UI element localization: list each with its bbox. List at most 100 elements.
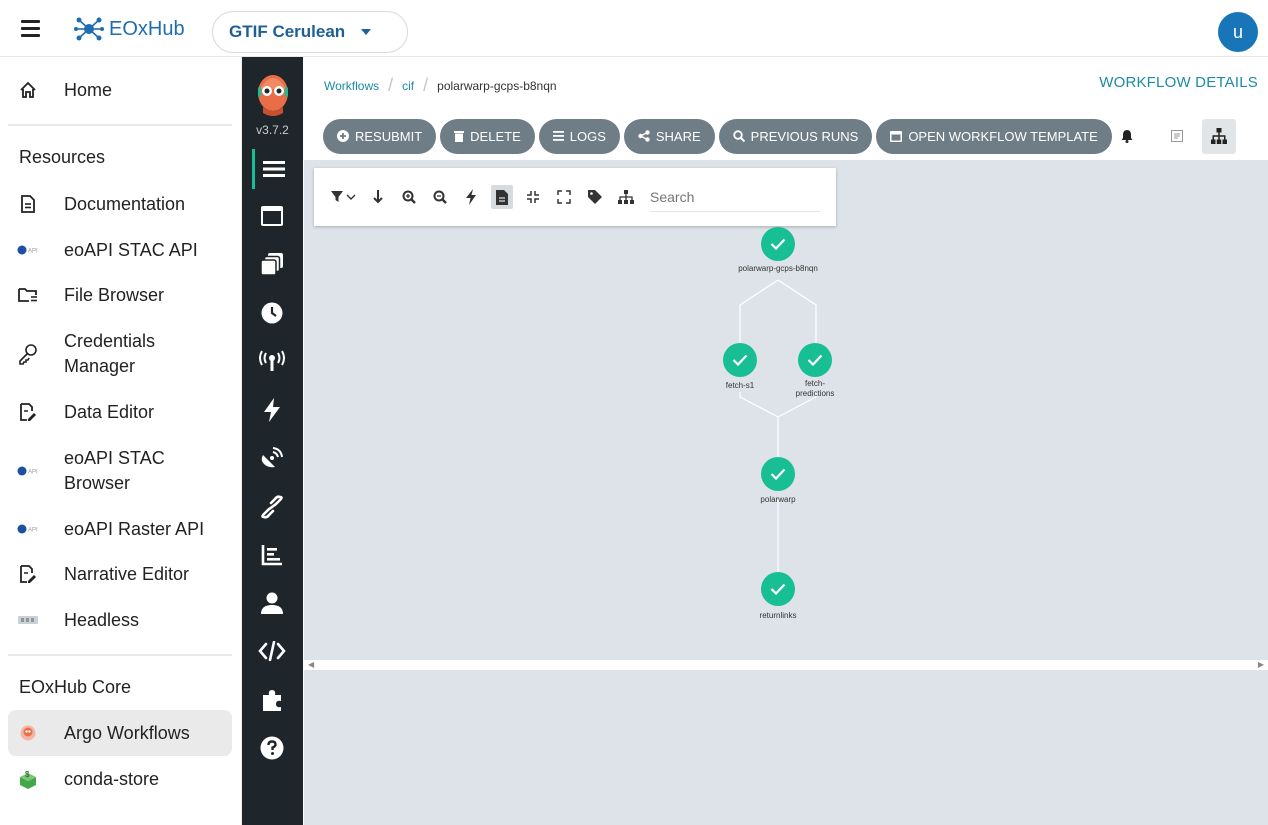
expand-icon[interactable] [553, 185, 575, 209]
workflow-node-fetch-predictions[interactable] [798, 343, 832, 377]
trash-icon [454, 131, 465, 142]
eoxhub-logo[interactable]: EOxHub [74, 14, 185, 44]
eoapi-icon: API [8, 245, 48, 255]
details-panel [304, 670, 1268, 825]
summary-icon[interactable] [1160, 119, 1194, 154]
menu-icon[interactable] [252, 149, 292, 189]
scroll-right-icon[interactable]: ▶ [1258, 660, 1264, 669]
plugins-icon[interactable] [252, 680, 292, 720]
nav-item-conda-store[interactable]: $ conda-store [8, 765, 232, 793]
logs-button[interactable]: LOGS [538, 118, 620, 154]
share-icon [638, 130, 650, 142]
nav-label: Narrative Editor [64, 563, 190, 584]
graph-search-input[interactable] [650, 182, 820, 212]
open-workflow-template-button[interactable]: OPEN WORKFLOW TEMPLATE [876, 118, 1112, 154]
svg-text:API: API [28, 528, 38, 534]
cluster-templates-icon[interactable] [252, 244, 292, 284]
breadcrumb-workflows[interactable]: Workflows [324, 79, 379, 93]
eoapi-icon: API [8, 466, 48, 476]
arrow-down-icon[interactable] [367, 185, 389, 209]
nav-label: eoAPI Raster API [64, 518, 205, 539]
nav-item-eoapi-stac-browser[interactable]: API eoAPI STAC Browser [8, 444, 232, 498]
workflow-node-fetch-s1[interactable] [723, 343, 757, 377]
nav-item-headless[interactable]: Headless [8, 606, 232, 634]
logo-text: EOxHub [109, 17, 185, 40]
nav-item-home[interactable]: Home [8, 76, 232, 104]
nav-label: Home [64, 79, 113, 100]
edit-document-icon [8, 403, 48, 421]
breadcrumb-namespace[interactable]: cif [402, 79, 414, 93]
workflow-node-polarwarp[interactable] [761, 457, 795, 491]
graph-view-icon[interactable] [1201, 118, 1236, 154]
workflow-graph[interactable]: polarwarp-gcps-b8nqn fetch-s1 fetch-pred… [304, 160, 1268, 660]
nav-section-resources: Resources [19, 147, 106, 167]
logs-label: LOGS [569, 128, 606, 144]
edit-document-icon [8, 565, 48, 583]
tag-icon[interactable] [584, 185, 606, 209]
nav-item-argo-workflows[interactable]: Argo Workflows [8, 710, 232, 756]
node-label: polarwarp-gcps-b8nqn [738, 264, 818, 273]
node-label: polarwarp [760, 495, 796, 504]
help-icon[interactable] [252, 728, 292, 768]
user-avatar[interactable]: u [1218, 12, 1258, 52]
scroll-left-icon[interactable]: ◀ [308, 660, 314, 669]
nav-item-documentation[interactable]: Documentation [8, 190, 232, 218]
check-icon [770, 583, 786, 595]
nav-label: Argo Workflows [64, 722, 190, 743]
home-icon [8, 81, 48, 99]
nav-item-data-editor[interactable]: Data Editor [8, 398, 232, 426]
nav-section-eoxhub-core: EOxHub Core [19, 677, 132, 697]
event-sources-icon[interactable] [252, 341, 292, 381]
nav-label: Headless [64, 609, 140, 630]
workflow-node-root[interactable] [761, 227, 795, 261]
nav-item-eoapi-raster-api[interactable]: API eoAPI Raster API [8, 515, 232, 543]
project-select[interactable]: GTIF Cerulean [212, 11, 408, 53]
collapse-icon[interactable] [522, 185, 544, 209]
eoxhub-logo-icon [74, 17, 104, 41]
caret-down-icon [361, 29, 372, 35]
api-docs-icon[interactable] [252, 631, 292, 671]
check-icon [770, 238, 786, 250]
bolt-icon[interactable] [460, 185, 482, 209]
breadcrumb-separator: / [423, 75, 429, 95]
bars-icon [552, 131, 564, 141]
zoom-in-icon[interactable] [398, 185, 420, 209]
hamburger-menu-icon[interactable] [18, 16, 46, 42]
left-nav: Home Resources Documentation API eoAPI S… [0, 57, 242, 825]
nav-label: eoAPI STAC Browser [64, 448, 165, 493]
nav-item-eoapi-stac-api[interactable]: API eoAPI STAC API [8, 236, 232, 264]
workflow-node-returnlinks[interactable] [761, 572, 795, 606]
zoom-out-icon[interactable] [429, 185, 451, 209]
open-workflow-template-label: OPEN WORKFLOW TEMPLATE [908, 128, 1098, 144]
nav-label: eoAPI STAC API [64, 239, 198, 260]
headless-icon [8, 613, 48, 627]
workflow-templates-icon[interactable] [252, 196, 292, 236]
reports-icon[interactable] [252, 535, 292, 575]
plus-circle-icon [337, 130, 349, 142]
filter-icon[interactable] [330, 185, 358, 209]
previous-runs-label: PREVIOUS RUNS [750, 128, 859, 144]
event-flow-icon[interactable] [252, 438, 292, 478]
eoapi-icon: API [8, 524, 48, 534]
share-button[interactable]: SHARE [623, 118, 715, 154]
argo-logo-icon[interactable] [255, 69, 291, 121]
cron-icon[interactable] [252, 293, 292, 333]
nav-item-narrative-editor[interactable]: Narrative Editor [8, 560, 232, 588]
nav-item-credentials-manager[interactable]: Credentials Manager [8, 327, 232, 381]
node-label: returnlinks [759, 611, 797, 620]
bell-icon[interactable] [1120, 119, 1134, 154]
node-label: fetch-s1 [725, 381, 755, 390]
delete-label: DELETE [470, 128, 521, 144]
nav-item-file-browser[interactable]: File Browser [8, 281, 232, 309]
sensors-icon[interactable] [252, 390, 292, 430]
resubmit-button[interactable]: RESUBMIT [323, 118, 437, 154]
check-icon [770, 468, 786, 480]
user-icon[interactable] [252, 583, 292, 623]
key-icon [8, 343, 48, 365]
horizontal-scrollbar[interactable]: ◀ ▶ [304, 660, 1268, 670]
delete-button[interactable]: DELETE [440, 118, 535, 154]
sitemap-icon[interactable] [615, 185, 637, 209]
file-icon[interactable] [491, 185, 513, 209]
previous-runs-button[interactable]: PREVIOUS RUNS [718, 118, 873, 154]
link-icon[interactable] [252, 487, 292, 527]
